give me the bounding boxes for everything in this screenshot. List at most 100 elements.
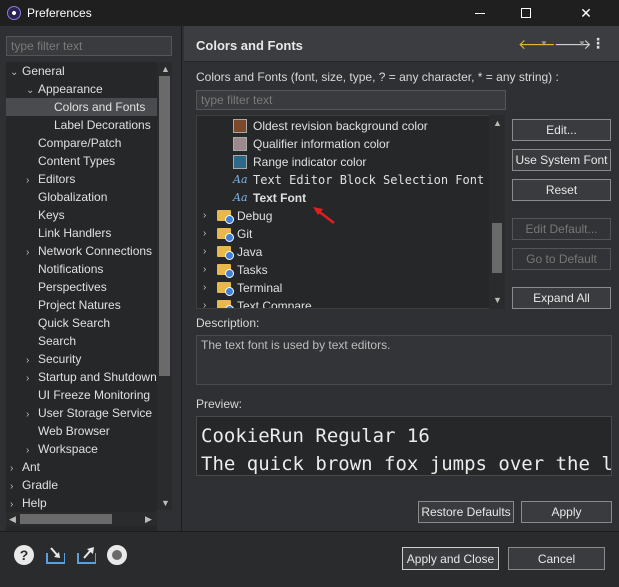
tree-item-label: UI Freeze Monitoring [38,388,151,402]
tree-item[interactable]: Content Types [26,152,115,170]
color-swatch-icon [233,155,247,169]
tree-item[interactable]: Label Decorations [42,116,151,134]
apply-button[interactable]: Apply [521,501,612,523]
restore-defaults-button[interactable]: Restore Defaults [418,501,514,523]
tree-horizontal-scrollbar[interactable]: ◀ ▶ [6,512,157,526]
list-scroll-down-icon[interactable]: ▼ [493,295,502,305]
tree-item[interactable]: Colors and Fonts [6,98,157,116]
tree-item[interactable]: › Workspace [26,440,98,458]
use-system-font-button[interactable]: Use System Font [512,149,611,171]
tree-item-label: Link Handlers [38,226,112,240]
scroll-down-icon[interactable]: ▼ [161,498,170,508]
help-icon[interactable]: ? [14,545,34,565]
chevron-right-icon[interactable]: › [203,243,206,261]
chevron-right-icon[interactable]: › [203,225,206,243]
record-icon[interactable] [107,545,127,565]
tree-scroll-thumb[interactable] [159,76,170,376]
apply-and-close-button[interactable]: Apply and Close [402,547,499,570]
maximize-button[interactable] [503,0,549,26]
maximize-icon [521,8,531,18]
tree-item-label: Ant [22,460,41,474]
back-arrow-icon[interactable]: 🡐 [518,36,556,53]
list-item[interactable]: › Java [197,243,489,261]
reset-button[interactable]: Reset [512,179,611,201]
tree-item[interactable]: UI Freeze Monitoring [26,386,150,404]
import-icon[interactable] [45,545,65,565]
list-scroll-thumb[interactable] [492,223,502,273]
dialog-button-bar: ? Apply and Close Cancel [0,531,619,587]
tree-item[interactable]: Perspectives [26,278,107,296]
tree-item[interactable]: › Network Connections [26,242,152,260]
tree-item[interactable]: › Gradle [10,476,58,494]
tree-hscroll-thumb[interactable] [20,514,112,524]
close-button[interactable]: ✕ [563,0,609,26]
list-item[interactable]: › Git [197,225,489,243]
list-item[interactable]: Aa Text Editor Block Selection Font [197,171,489,189]
preferences-tree-panel: type filter text ⌄ General ⌄ Appearance Colo… [0,26,182,538]
tree-item[interactable]: Globalization [26,188,107,206]
color-swatch-icon [233,137,247,151]
list-item[interactable]: Range indicator color [197,153,489,171]
tree-item[interactable]: › Editors [26,170,75,188]
cancel-button[interactable]: Cancel [508,547,605,570]
chevron-right-icon[interactable]: › [203,207,206,225]
tree-item-label: Perspectives [38,280,107,294]
category-folder-icon [217,282,234,296]
preview-line-2: The quick brown fox jumps over the laz [201,453,612,475]
tree-item[interactable]: › Ant [10,458,40,476]
view-menu-icon[interactable]: ⋮ [591,35,605,52]
list-item-label: Text Editor Block Selection Font [253,173,485,187]
tree-item[interactable]: ⌄ General [10,62,65,80]
tree-item-label: Appearance [38,82,103,96]
page-title: Colors and Fonts [196,38,303,53]
tree-item-label: User Storage Service [38,406,153,420]
list-vertical-scrollbar[interactable]: ▲ ▼ [489,115,505,309]
title-bar: Preferences ✕ [0,0,619,26]
tree-item[interactable]: Web Browser [26,422,110,440]
chevron-right-icon[interactable]: › [203,297,206,308]
forward-dropdown-icon[interactable]: ▼ [578,39,586,48]
scroll-right-icon[interactable]: ▶ [145,514,152,525]
export-icon[interactable] [76,545,96,565]
chevron-down-icon[interactable]: ⌄ [10,64,22,82]
list-scroll-up-icon[interactable]: ▲ [493,118,502,128]
tree-item[interactable]: Search [26,332,76,350]
list-item[interactable]: › Debug [197,207,489,225]
category-folder-icon [217,228,234,242]
list-item[interactable]: Oldest revision background color [197,117,489,135]
tree-item[interactable]: Project Natures [26,296,121,314]
preview-label: Preview: [196,397,243,411]
minimize-button[interactable] [457,0,503,26]
tree-item[interactable]: › Security [26,350,81,368]
tree-item[interactable]: Compare/Patch [26,134,121,152]
colors-filter-input[interactable]: type filter text [196,90,506,110]
tree-item[interactable]: Keys [26,206,65,224]
back-dropdown-icon[interactable]: ▼ [540,39,548,48]
tree-item[interactable]: Link Handlers [26,224,111,242]
list-item[interactable]: Aa Text Font [197,189,489,207]
list-item[interactable]: Qualifier information color [197,135,489,153]
tree-item[interactable]: › User Storage Service [26,404,152,422]
tree-item[interactable]: Notifications [26,260,103,278]
colors-and-fonts-page: Colors and Fonts 🡐 ▼ 🡒 ▼ ⋮ Colors and Fo… [184,26,619,531]
tree-vertical-scrollbar[interactable]: ▲ ▼ [157,62,172,510]
list-item[interactable]: › Text Compare [197,297,489,308]
tree-item-label: Globalization [38,190,108,204]
edit-default-button[interactable]: Edit Default... [512,218,611,240]
scroll-up-icon[interactable]: ▲ [161,64,170,74]
go-to-default-button[interactable]: Go to Default [512,248,611,270]
chevron-right-icon[interactable]: › [203,279,206,297]
page-subtitle: Colors and Fonts (font, size, type, ? = … [196,70,559,84]
scroll-left-icon[interactable]: ◀ [9,514,16,525]
tree-item[interactable]: › Startup and Shutdown [26,368,157,386]
list-item[interactable]: › Terminal [197,279,489,297]
tree-filter-input[interactable]: type filter text [6,36,172,56]
tree-item[interactable]: Quick Search [26,314,110,332]
category-folder-icon [217,210,234,224]
tree-item[interactable]: ⌄ Appearance [26,80,103,98]
expand-all-button[interactable]: Expand All [512,287,611,309]
tree-item[interactable]: › Help [10,494,47,512]
list-item[interactable]: › Tasks [197,261,489,279]
chevron-right-icon[interactable]: › [203,261,206,279]
edit-button[interactable]: Edit... [512,119,611,141]
